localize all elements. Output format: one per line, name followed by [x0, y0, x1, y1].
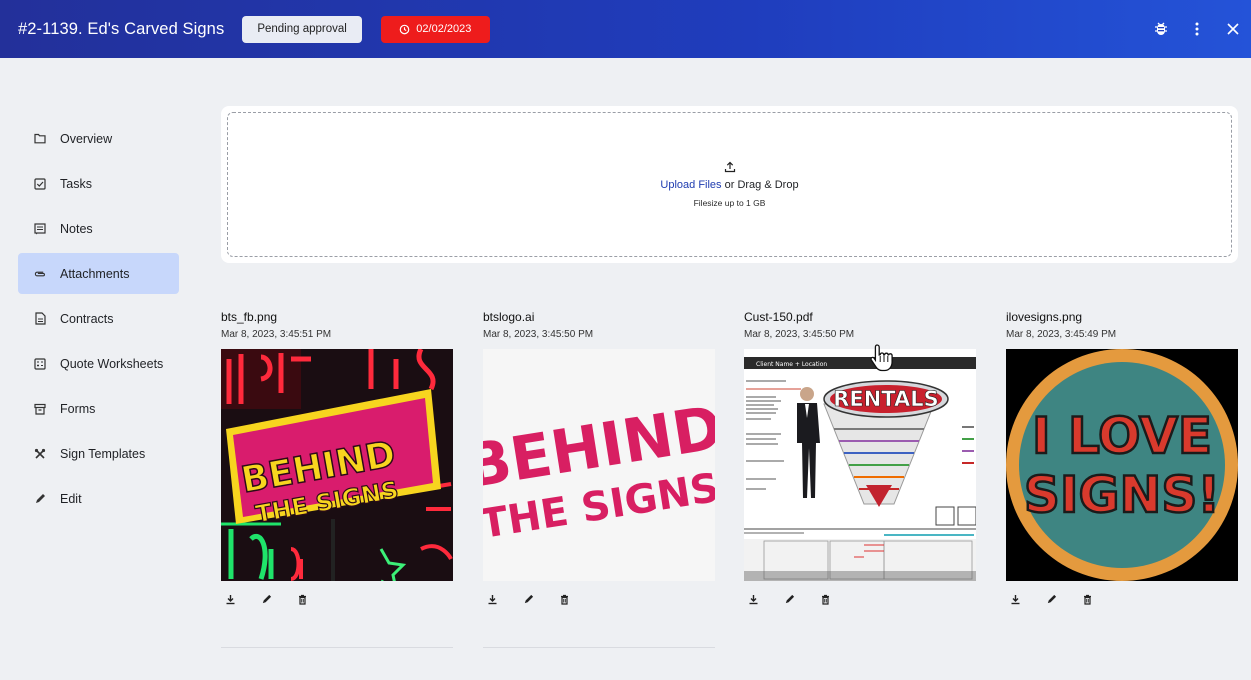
notes-icon	[34, 222, 46, 235]
pencil-icon	[785, 594, 794, 603]
calculator-icon	[34, 357, 46, 370]
thumbnail-text: I LOVE	[1032, 407, 1212, 465]
edit-button[interactable]	[520, 591, 536, 607]
download-icon	[488, 594, 496, 604]
upload-files-link[interactable]: Upload Files	[660, 179, 721, 191]
download-button[interactable]	[222, 591, 238, 607]
divider	[483, 647, 715, 648]
sidebar-item-notes[interactable]: Notes	[18, 208, 179, 249]
sidebar: Overview Tasks Notes Attachments Contrac…	[18, 118, 179, 523]
delete-button[interactable]	[1079, 591, 1095, 607]
file-date: Mar 8, 2023, 3:45:51 PM	[221, 329, 332, 340]
thumbnail-text: SIGNS!	[1024, 466, 1220, 524]
file-thumbnail[interactable]: BEHIND THE SIGNS	[221, 349, 453, 581]
bug-button[interactable]	[1143, 11, 1179, 47]
sidebar-item-overview[interactable]: Overview	[18, 118, 179, 159]
archive-icon	[34, 403, 46, 415]
sidebar-item-sign-templates[interactable]: Sign Templates	[18, 433, 179, 474]
sidebar-item-label: Overview	[60, 131, 113, 146]
edit-button[interactable]	[781, 591, 797, 607]
sidebar-item-contracts[interactable]: Contracts	[18, 298, 179, 339]
sidebar-item-label: Tasks	[60, 176, 92, 191]
status-badge[interactable]: Pending approval	[242, 15, 362, 43]
file-name[interactable]: ilovesigns.png	[1006, 310, 1238, 324]
download-icon	[749, 594, 757, 604]
document-icon	[34, 312, 46, 325]
tools-icon	[34, 448, 46, 460]
sidebar-item-label: Attachments	[60, 266, 130, 281]
edit-button[interactable]	[1043, 591, 1059, 607]
due-date-text: 02/02/2023	[416, 23, 472, 35]
sidebar-item-label: Forms	[60, 401, 96, 416]
close-button[interactable]	[1215, 11, 1251, 47]
download-icon	[226, 594, 234, 604]
file-name[interactable]: Cust-150.pdf	[744, 310, 976, 324]
thumbnail-text: Client Name + Location	[756, 361, 827, 368]
trash-icon	[1083, 594, 1091, 605]
file-name[interactable]: bts_fb.png	[221, 310, 453, 324]
upload-card: Upload Files or Drag & Drop Filesize up …	[221, 106, 1238, 263]
sidebar-item-quote-worksheets[interactable]: Quote Worksheets	[18, 343, 179, 384]
file-date: Mar 8, 2023, 3:45:50 PM	[744, 329, 855, 340]
bug-icon	[1155, 22, 1167, 35]
file-date: Mar 8, 2023, 3:45:49 PM	[1006, 329, 1117, 340]
download-icon	[1011, 594, 1019, 604]
edit-button[interactable]	[258, 591, 274, 607]
more-vertical-icon	[1195, 22, 1199, 36]
folder-icon	[34, 133, 46, 145]
file-card: bts_fb.png Mar 8, 2023, 3:45:51 PM BEHIN…	[221, 310, 453, 607]
file-thumbnail[interactable]: I LOVE SIGNS!	[1006, 349, 1238, 581]
download-button[interactable]	[484, 591, 500, 607]
sidebar-item-label: Quote Worksheets	[60, 356, 164, 371]
due-date-badge[interactable]: 02/02/2023	[380, 15, 490, 43]
file-name[interactable]: btslogo.ai	[483, 310, 715, 324]
delete-button[interactable]	[294, 591, 310, 607]
checkbox-icon	[34, 177, 46, 190]
close-icon	[1227, 23, 1239, 35]
attachment-icon	[34, 268, 46, 280]
pencil-icon	[1047, 594, 1056, 603]
clock-icon	[399, 24, 410, 34]
file-date: Mar 8, 2023, 3:45:50 PM	[483, 329, 594, 340]
trash-icon	[560, 594, 568, 605]
sidebar-item-label: Notes	[60, 221, 93, 236]
file-card: btslogo.ai Mar 8, 2023, 3:45:50 PM BEHIN…	[483, 310, 715, 607]
sidebar-item-label: Sign Templates	[60, 446, 146, 461]
filesize-limit-text: Filesize up to 1 GB	[693, 198, 766, 208]
top-bar: #2-1139. Ed's Carved Signs Pending appro…	[0, 0, 1251, 58]
thumbnail-text: RENTALS	[833, 387, 939, 411]
file-card: Cust-150.pdf Mar 8, 2023, 3:45:50 PM Cli…	[744, 310, 976, 607]
sidebar-item-label: Edit	[60, 491, 82, 506]
download-button[interactable]	[1007, 591, 1023, 607]
hand-cursor-icon	[870, 344, 893, 372]
sidebar-item-tasks[interactable]: Tasks	[18, 163, 179, 204]
sidebar-item-attachments[interactable]: Attachments	[18, 253, 179, 294]
file-thumbnail[interactable]: BEHIND THE SIGNS	[483, 349, 715, 581]
download-button[interactable]	[745, 591, 761, 607]
file-card: ilovesigns.png Mar 8, 2023, 3:45:49 PM I…	[1006, 310, 1238, 607]
sidebar-item-edit[interactable]: Edit	[18, 478, 179, 519]
pencil-icon	[524, 594, 533, 603]
more-options-button[interactable]	[1179, 11, 1215, 47]
divider	[221, 647, 453, 648]
delete-button[interactable]	[556, 591, 572, 607]
sidebar-item-forms[interactable]: Forms	[18, 388, 179, 429]
trash-icon	[821, 594, 829, 605]
drag-drop-text: or Drag & Drop	[721, 179, 799, 191]
page-title: #2-1139. Ed's Carved Signs	[18, 19, 225, 38]
file-thumbnail[interactable]: Client Name + Location RENTALS	[744, 349, 976, 581]
pencil-icon	[262, 594, 271, 603]
sidebar-item-label: Contracts	[60, 311, 114, 326]
delete-button[interactable]	[817, 591, 833, 607]
trash-icon	[298, 594, 306, 605]
pencil-icon	[34, 493, 46, 505]
file-dropzone[interactable]: Upload Files or Drag & Drop Filesize up …	[227, 112, 1232, 257]
upload-icon	[724, 161, 735, 173]
